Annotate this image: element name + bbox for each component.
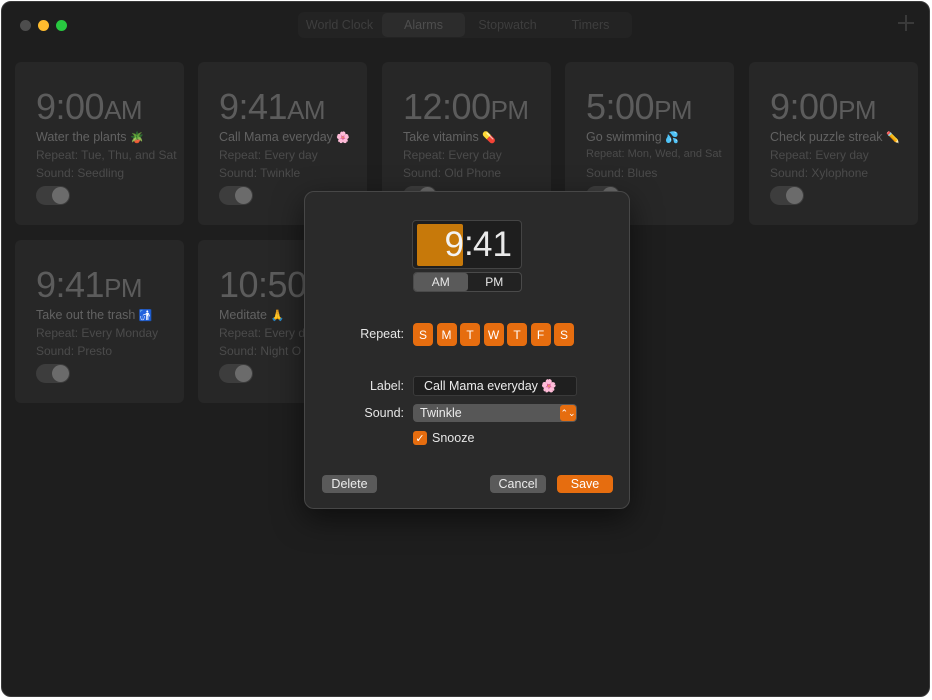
alarm-sound: Sound: Presto (36, 344, 113, 358)
alarm-time: 9:00AM (36, 86, 143, 127)
tab-world-clock[interactable]: World Clock (298, 12, 381, 38)
alarm-repeat: Repeat: Every Monday (36, 326, 159, 340)
alarm-sound: Sound: Twinkle (219, 166, 301, 180)
view-switcher: World Clock Alarms Stopwatch Timers (298, 12, 632, 38)
alarm-sound: Sound: Xylophone (770, 166, 869, 180)
edit-alarm-dialog: 9 : 41 AM PM Repeat: S M T W T F S Label… (304, 191, 630, 509)
cancel-button[interactable]: Cancel (490, 475, 546, 493)
alarm-repeat: Repeat: Every d (219, 326, 306, 340)
alarm-card[interactable]: 9:00PM Check puzzle streak ✏️ Repeat: Ev… (749, 62, 918, 225)
alarm-sound: Sound: Night O (219, 344, 302, 358)
day-wednesday-button[interactable]: W (483, 323, 504, 346)
tab-timers[interactable]: Timers (549, 12, 632, 38)
alarm-repeat: Repeat: Tue, Thu, and Sat (36, 148, 177, 162)
alarm-sound: Sound: Seedling (36, 166, 125, 180)
clock-window: World Clock Alarms Stopwatch Timers 9:00… (1, 1, 930, 697)
alarm-card[interactable]: 9:00AM Water the plants 🪴 Repeat: Tue, T… (15, 62, 184, 225)
alarm-toggle[interactable] (219, 364, 253, 383)
tab-stopwatch[interactable]: Stopwatch (466, 12, 549, 38)
alarm-toggle[interactable] (770, 186, 804, 205)
day-saturday-button[interactable]: S (554, 323, 574, 346)
plant-emoji-icon: 🪴 (130, 132, 144, 144)
am-option[interactable]: AM (414, 273, 468, 291)
am-pm-switcher: AM PM (413, 272, 522, 292)
alarm-label-input[interactable]: Call Mama everyday 🌸 (413, 376, 577, 396)
alarm-repeat: Repeat: Mon, Wed, and Sat (586, 148, 722, 160)
repeat-label: Repeat: (360, 327, 404, 341)
hour-field[interactable]: 9 (417, 224, 464, 266)
alarm-label: Take out the trash 🚮 (36, 308, 153, 322)
minimize-window-button[interactable] (38, 20, 49, 31)
plus-icon[interactable] (897, 14, 915, 32)
alarm-time: 9:41AM (219, 86, 326, 127)
sound-select[interactable]: Twinkle ⌃⌄ (413, 404, 577, 422)
alarm-repeat: Repeat: Every day (403, 148, 502, 162)
praying-hands-emoji-icon: 🙏 (270, 310, 285, 322)
day-thursday-button[interactable]: T (507, 323, 527, 346)
snooze-checkbox[interactable]: ✓ (413, 431, 427, 445)
sound-field-label: Sound: (364, 406, 404, 420)
pill-emoji-icon: 💊 (482, 132, 496, 144)
alarm-label: Call Mama everyday 🌸 (219, 130, 351, 144)
day-monday-button[interactable]: M (436, 323, 457, 346)
alarm-time: 10:50 (219, 264, 307, 305)
tab-alarms[interactable]: Alarms (382, 13, 465, 37)
zoom-window-button[interactable] (56, 20, 67, 31)
alarm-toggle[interactable] (36, 186, 70, 205)
pencil-emoji-icon: ✏️ (886, 132, 900, 144)
day-friday-button[interactable]: F (530, 323, 551, 346)
minute-field[interactable]: 41 (473, 224, 512, 266)
time-picker[interactable]: 9 : 41 (412, 220, 522, 269)
alarm-time: 9:41PM (36, 264, 143, 305)
day-sunday-button[interactable]: S (413, 323, 433, 346)
alarm-time: 12:00PM (403, 86, 529, 127)
alarm-label: Check puzzle streak ✏️ (770, 130, 900, 144)
day-tuesday-button[interactable]: T (460, 323, 480, 346)
pm-option[interactable]: PM (468, 273, 522, 291)
save-button[interactable]: Save (557, 475, 613, 493)
title-bar: World Clock Alarms Stopwatch Timers (2, 2, 929, 48)
alarm-toggle[interactable] (219, 186, 253, 205)
snooze-label: Snooze (432, 431, 475, 445)
alarm-sound: Sound: Blues (586, 166, 658, 180)
close-window-button[interactable] (20, 20, 31, 31)
trash-emoji-icon: 🚮 (138, 310, 153, 322)
alarm-card[interactable]: 9:41PM Take out the trash 🚮 Repeat: Ever… (15, 240, 184, 403)
repeat-days: S M T W T F S (413, 323, 574, 346)
alarm-repeat: Repeat: Every day (219, 148, 318, 162)
water-drops-emoji-icon: 💦 (665, 132, 679, 144)
label-field-label: Label: (369, 379, 404, 393)
alarm-toggle[interactable] (36, 364, 70, 383)
alarm-label: Water the plants 🪴 (36, 130, 144, 144)
alarm-sound: Sound: Old Phone (403, 166, 502, 180)
flower-emoji-icon: 🌸 (336, 132, 351, 144)
alarm-label: Take vitamins 💊 (403, 130, 496, 144)
alarm-repeat: Repeat: Every day (770, 148, 869, 162)
delete-button[interactable]: Delete (322, 475, 377, 493)
sound-select-value: Twinkle (420, 406, 462, 420)
alarm-label: Meditate 🙏 (219, 308, 285, 322)
alarm-time: 5:00PM (586, 86, 693, 127)
alarm-time: 9:00PM (770, 86, 877, 127)
alarm-label: Go swimming 💦 (586, 130, 679, 144)
chevron-up-down-icon: ⌃⌄ (560, 405, 576, 421)
